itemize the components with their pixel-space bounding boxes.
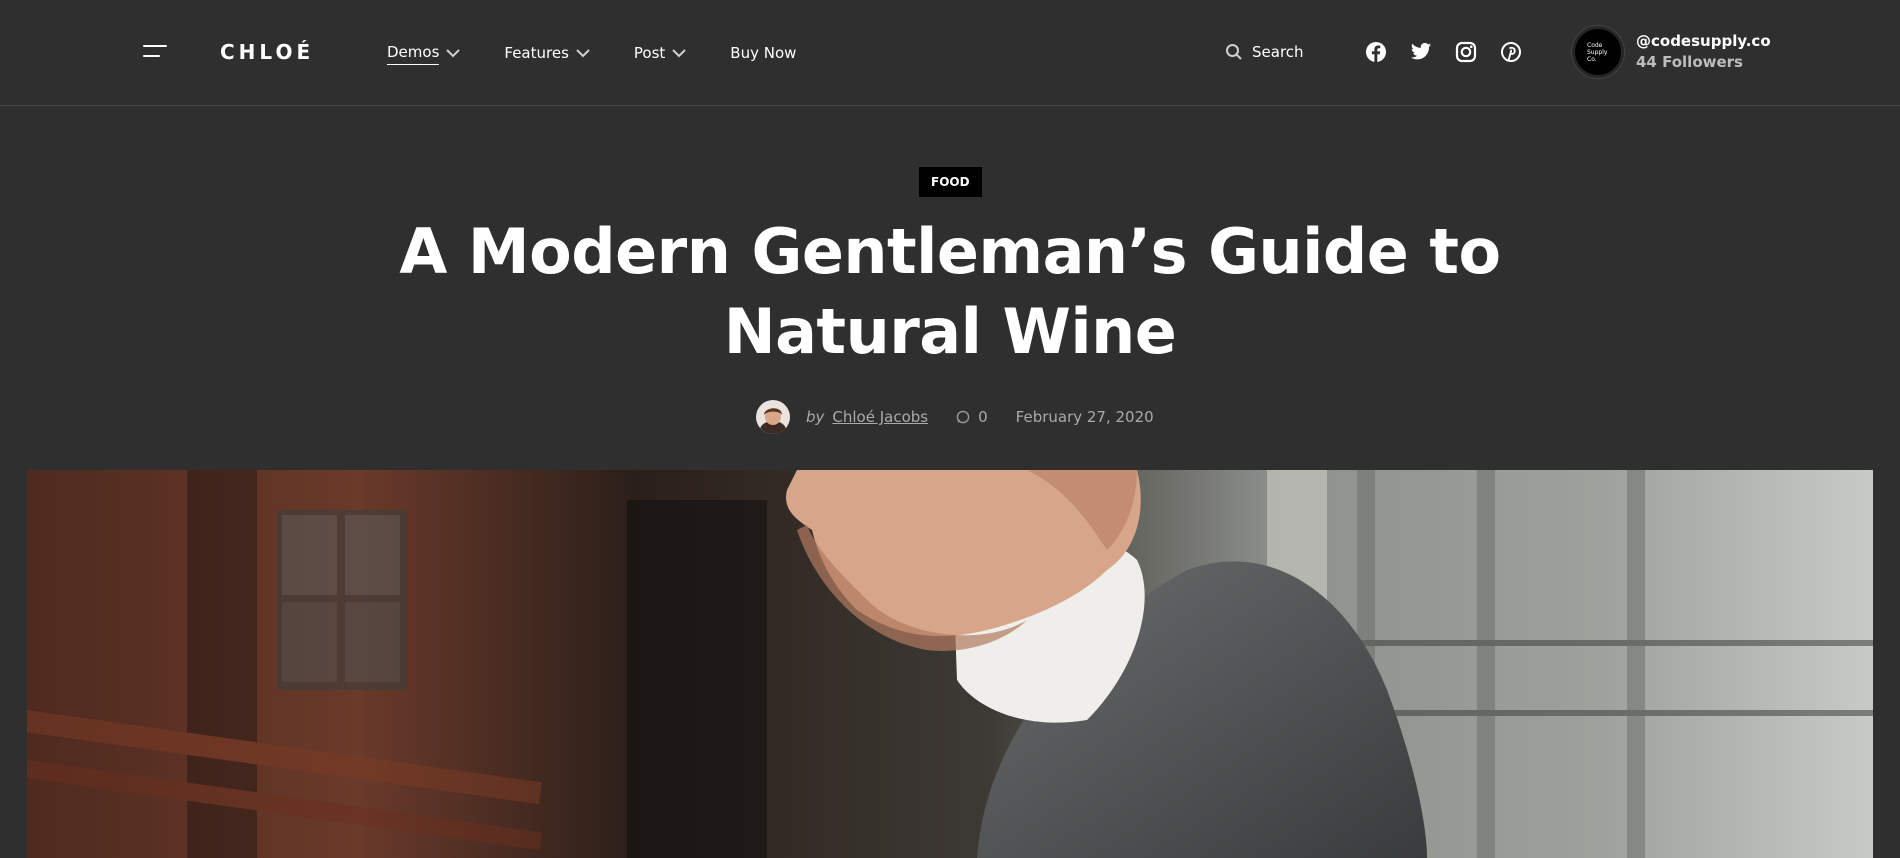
site-header: CHLOÉ Demos Features Post Buy Now Search: [0, 0, 1900, 106]
chevron-down-icon: [446, 48, 461, 57]
by-label: by: [806, 408, 825, 426]
article-title: A Modern Gentleman’s Guide to Natural Wi…: [399, 215, 1501, 368]
author-avatar[interactable]: [756, 400, 790, 434]
account-profile[interactable]: Code Supply Co. @codesupply.co 44 Follow…: [1572, 26, 1771, 78]
follower-count: 44 Followers: [1636, 53, 1743, 71]
author-link[interactable]: Chloé Jacobs: [832, 408, 928, 426]
twitter-icon[interactable]: [1409, 40, 1433, 64]
chevron-down-icon: [672, 48, 686, 57]
avatar: Code Supply Co.: [1572, 26, 1624, 78]
comment-icon: [956, 410, 970, 424]
nav-label: Features: [504, 43, 569, 62]
comments-link[interactable]: 0: [956, 408, 988, 426]
account-handle: @codesupply.co: [1636, 32, 1771, 50]
hamburger-menu-icon[interactable]: [143, 45, 167, 59]
instagram-icon[interactable]: [1454, 40, 1478, 64]
nav-label: Buy Now: [730, 43, 797, 62]
post-date: February 27, 2020: [1015, 408, 1154, 426]
hero-image: [27, 470, 1873, 858]
category-badge[interactable]: FOOD: [919, 167, 982, 197]
account-info: @codesupply.co 44 Followers: [1636, 31, 1771, 73]
chevron-down-icon: [576, 48, 590, 57]
avatar-text: Code Supply Co.: [1587, 41, 1608, 63]
article-meta: by Chloé Jacobs 0 February 27, 2020: [756, 400, 1154, 434]
nav-item-post[interactable]: Post: [634, 41, 688, 65]
nav-item-demos[interactable]: Demos: [387, 40, 462, 65]
search-icon: [1226, 44, 1242, 60]
social-links: [1364, 40, 1544, 64]
comment-count: 0: [978, 408, 988, 426]
nav-item-features[interactable]: Features: [504, 41, 592, 65]
site-logo[interactable]: CHLOÉ: [220, 40, 314, 64]
nav-label: Demos: [387, 40, 440, 65]
nav-item-buy-now[interactable]: Buy Now: [730, 41, 796, 65]
nav-label: Post: [633, 43, 666, 62]
search-label: Search: [1252, 43, 1304, 61]
facebook-icon[interactable]: [1364, 40, 1388, 64]
search-button[interactable]: Search: [1225, 40, 1304, 64]
main-nav: Demos Features Post Buy Now: [387, 40, 838, 65]
pinterest-icon[interactable]: [1499, 40, 1523, 64]
